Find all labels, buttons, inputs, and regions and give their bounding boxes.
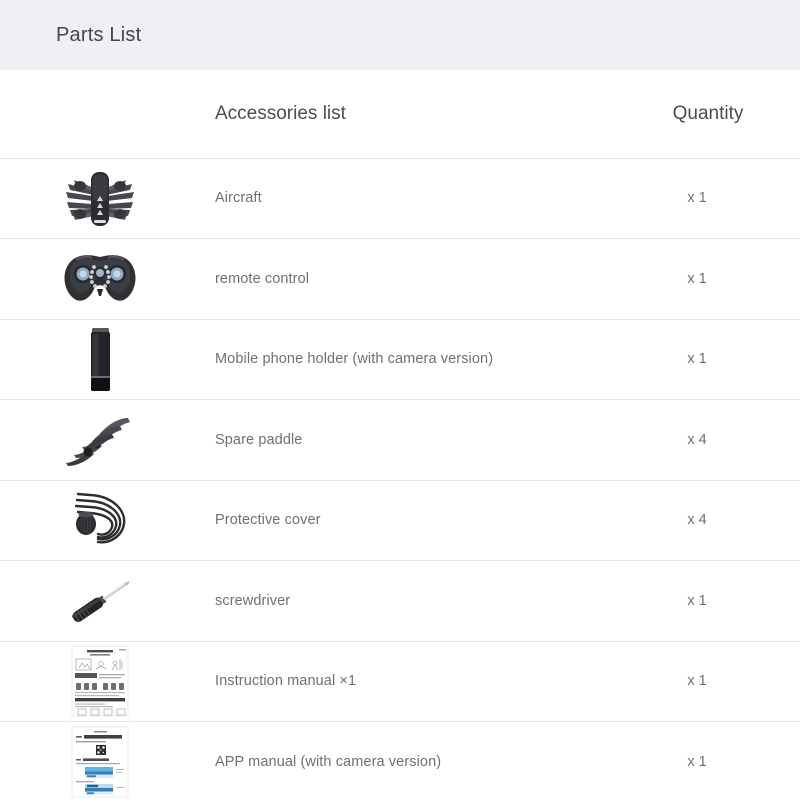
table-row: remote control x 1	[0, 239, 800, 320]
page-header: Parts List	[0, 0, 800, 70]
row-quantity: x 1	[630, 158, 800, 239]
column-header-quantity: Quantity	[630, 70, 800, 158]
row-name: Spare paddle	[200, 400, 630, 481]
row-name: Mobile phone holder (with camera version…	[200, 319, 630, 400]
row-quantity: x 1	[630, 641, 800, 722]
row-quantity: x 1	[630, 239, 800, 320]
row-name: APP manual (with camera version)	[200, 722, 630, 802]
table-row: screwdriver x 1	[0, 561, 800, 642]
table-row: Protective cover x 4	[0, 480, 800, 561]
table-row: APP manual (with camera version) x 1	[0, 722, 800, 802]
row-image-cell	[0, 319, 200, 400]
row-name: Instruction manual ×1	[200, 641, 630, 722]
table-row: Spare paddle x 4	[0, 400, 800, 481]
row-quantity: x 1	[630, 722, 800, 802]
parts-table: Accessories list Quantity	[0, 70, 800, 802]
row-image-cell	[0, 480, 200, 561]
propeller-blades-icon	[54, 404, 146, 476]
row-name: Protective cover	[200, 480, 630, 561]
table-row: Instruction manual ×1 x 1	[0, 641, 800, 722]
phone-holder-icon	[54, 323, 146, 395]
drone-icon	[54, 162, 146, 234]
column-header-image	[0, 70, 200, 158]
table-row: Mobile phone holder (with camera version…	[0, 319, 800, 400]
screwdriver-icon	[54, 565, 146, 637]
propeller-guard-icon	[54, 484, 146, 556]
row-image-cell	[0, 158, 200, 239]
row-quantity: x 1	[630, 561, 800, 642]
row-quantity: x 4	[630, 400, 800, 481]
remote-control-icon	[54, 243, 146, 315]
table-body: Aircraft x 1	[0, 158, 800, 802]
row-image-cell	[0, 561, 200, 642]
row-quantity: x 1	[630, 319, 800, 400]
table-header: Accessories list Quantity	[0, 70, 800, 158]
table-header-row: Accessories list Quantity	[0, 70, 800, 158]
row-name: remote control	[200, 239, 630, 320]
page-title: Parts List	[56, 24, 141, 47]
row-image-cell	[0, 239, 200, 320]
table-row: Aircraft x 1	[0, 158, 800, 239]
row-image-cell	[0, 641, 200, 722]
parts-list-page: Parts List Accessories list Quantity	[0, 0, 800, 800]
instruction-manual-icon	[63, 644, 137, 718]
row-quantity: x 4	[630, 480, 800, 561]
column-header-accessories-list: Accessories list	[200, 70, 630, 158]
row-name: Aircraft	[200, 158, 630, 239]
row-name: screwdriver	[200, 561, 630, 642]
row-image-cell	[0, 400, 200, 481]
app-manual-icon	[63, 725, 137, 799]
row-image-cell	[0, 722, 200, 802]
